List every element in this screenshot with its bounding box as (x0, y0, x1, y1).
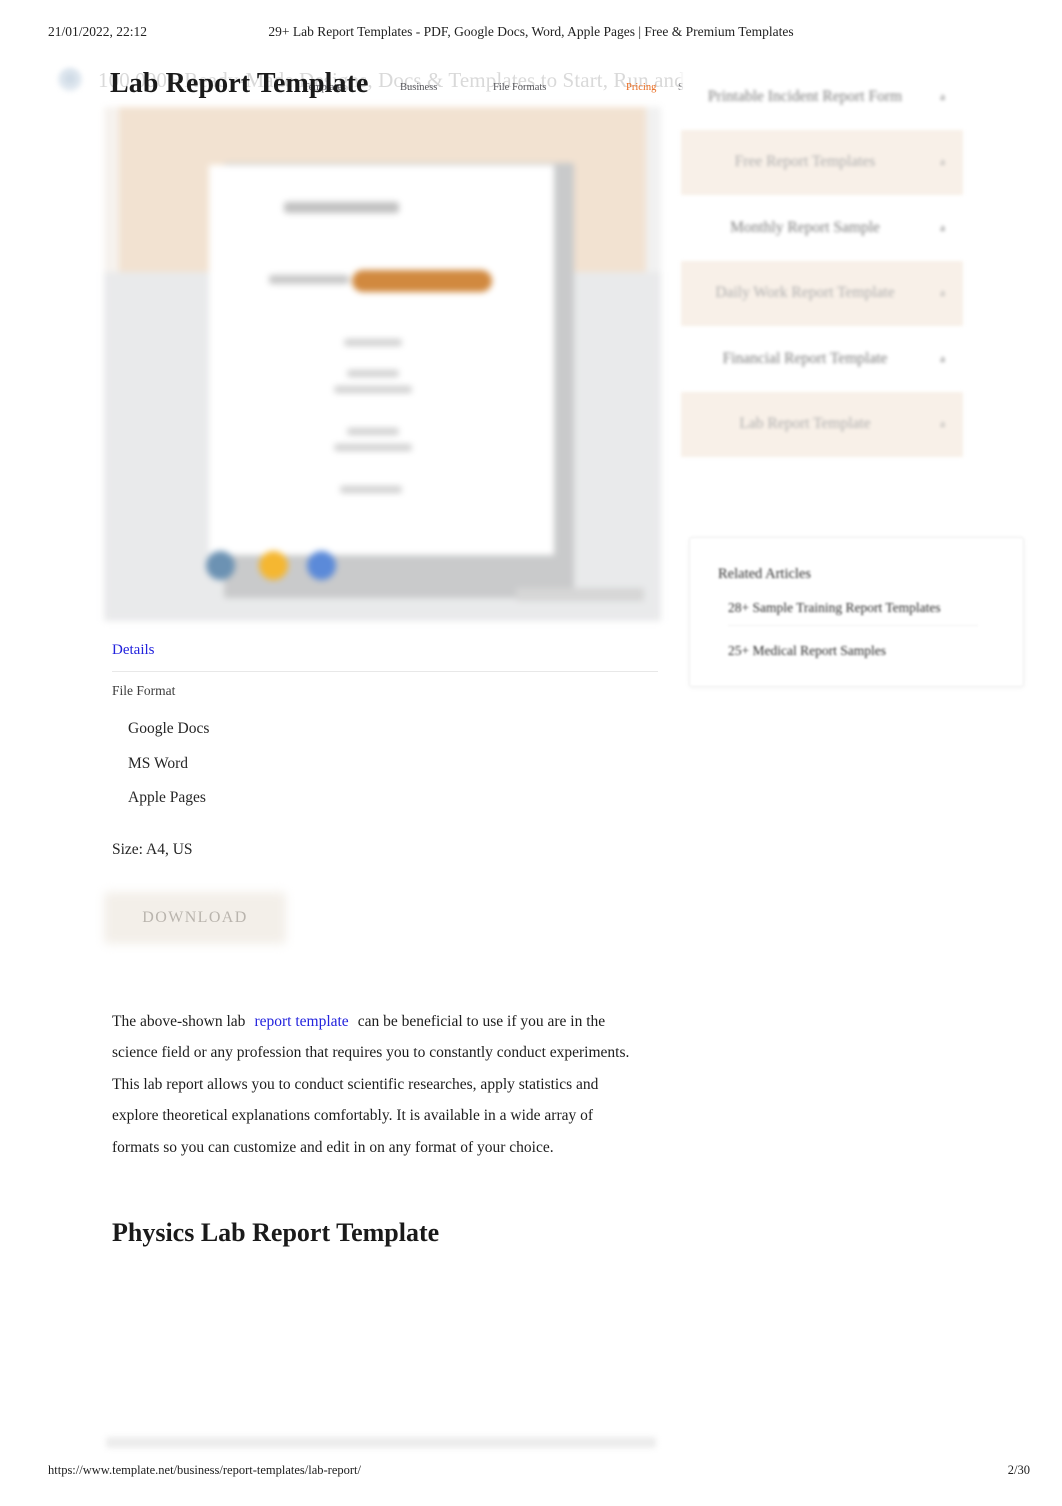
sidebar-item-label: Monthly Report Sample (730, 218, 880, 236)
related-articles-divider (728, 625, 978, 626)
sidebar-item-label: Daily Work Report Template (715, 284, 895, 302)
preview-title-line (284, 202, 399, 213)
download-button-label: DOWNLOAD (142, 909, 248, 926)
sidebar-item-printable-incident-report-form[interactable]: Printable Incident Report Form a (681, 64, 963, 130)
paragraph-text-before: The above-shown lab (112, 1012, 246, 1030)
sidebar-item-badge: a (940, 90, 945, 103)
file-format-label: File Format (112, 683, 176, 698)
print-document-title: 29+ Lab Report Templates - PDF, Google D… (268, 24, 794, 39)
sidebar-item-label: Free Report Templates (734, 153, 876, 171)
sidebar-item-label: Printable Incident Report Form (707, 87, 903, 105)
preview-side-shade (104, 107, 119, 272)
preview-highlight-bar (352, 270, 492, 292)
size-label: Size: A4, US (112, 841, 193, 858)
file-format-list: Google Docs MS Word Apple Pages (128, 712, 428, 816)
sidebar-item-badge: a (940, 352, 945, 365)
details-link[interactable]: Details (112, 642, 155, 659)
preview-text-line (334, 386, 412, 393)
file-format-item[interactable]: Google Docs (128, 712, 428, 747)
preview-text-line (334, 444, 412, 451)
related-article-link[interactable]: 25+ Medical Report Samples (728, 643, 886, 659)
nav-item-file-formats[interactable]: File Formats (493, 82, 546, 93)
preview-dot-blue-icon (307, 551, 336, 580)
report-template-link[interactable]: report template (245, 1013, 357, 1030)
file-format-item[interactable]: Apple Pages (128, 781, 428, 816)
body-paragraph: The above-shown lab report template can be… (112, 1006, 642, 1164)
related-article-link[interactable]: 28+ Sample Training Report Templates (728, 600, 941, 616)
preview-text-line (347, 370, 399, 377)
print-footer: https://www.template.net/business/report… (0, 1463, 1062, 1481)
sidebar-item-badge: a (940, 287, 945, 300)
sidebar-item-free-report-templates[interactable]: Free Report Templates a (681, 129, 963, 195)
paragraph-text-after: can be beneficial to use if you are in t… (112, 1012, 630, 1156)
preview-dot-blue-gray-icon (206, 551, 235, 580)
page-title: Lab Report Template (110, 67, 369, 99)
sidebar-related-templates: Printable Incident Report Form a Free Re… (681, 64, 963, 468)
sidebar-item-lab-report-template[interactable]: Lab Report Template a (681, 391, 963, 457)
download-button[interactable]: DOWNLOAD (104, 892, 286, 944)
circle-logo-icon[interactable] (57, 67, 83, 93)
sidebar-item-badge: a (940, 221, 945, 234)
preview-watermark (516, 588, 644, 601)
details-divider (112, 671, 658, 672)
nav-item-pricing[interactable]: Pricing (626, 82, 656, 93)
print-footer-url: https://www.template.net/business/report… (48, 1463, 362, 1477)
template-preview-image[interactable] (104, 107, 661, 621)
sidebar-item-financial-report-template[interactable]: Financial Report Template a (681, 326, 963, 392)
preview-text-line (344, 339, 402, 346)
bottom-placeholder-bar (106, 1437, 656, 1448)
sidebar-item-badge: a (940, 156, 945, 169)
file-format-item[interactable]: MS Word (128, 747, 428, 782)
preview-text-line (340, 486, 402, 493)
sidebar-item-monthly-report-sample[interactable]: Monthly Report Sample a (681, 195, 963, 261)
preview-document-page (209, 165, 554, 555)
preview-dot-amber-icon (259, 551, 288, 580)
print-header: 21/01/2022, 22:12 29+ Lab Report Templat… (0, 24, 1062, 44)
section-heading: Physics Lab Report Template (112, 1217, 440, 1247)
sidebar-item-daily-work-report-template[interactable]: Daily Work Report Template a (681, 260, 963, 326)
related-articles-title: Related Articles (718, 566, 812, 582)
print-footer-page-number: 2/30 (1007, 1463, 1030, 1477)
nav-item-business[interactable]: Business (400, 82, 437, 93)
preview-text-line (347, 428, 399, 435)
sidebar-item-label: Lab Report Template (739, 415, 871, 433)
related-articles-card: Related Articles 28+ Sample Training Rep… (689, 537, 1024, 687)
preview-subtitle-line (269, 275, 349, 284)
sidebar-item-label: Financial Report Template (722, 349, 888, 367)
sidebar-item-badge: a (940, 418, 945, 431)
